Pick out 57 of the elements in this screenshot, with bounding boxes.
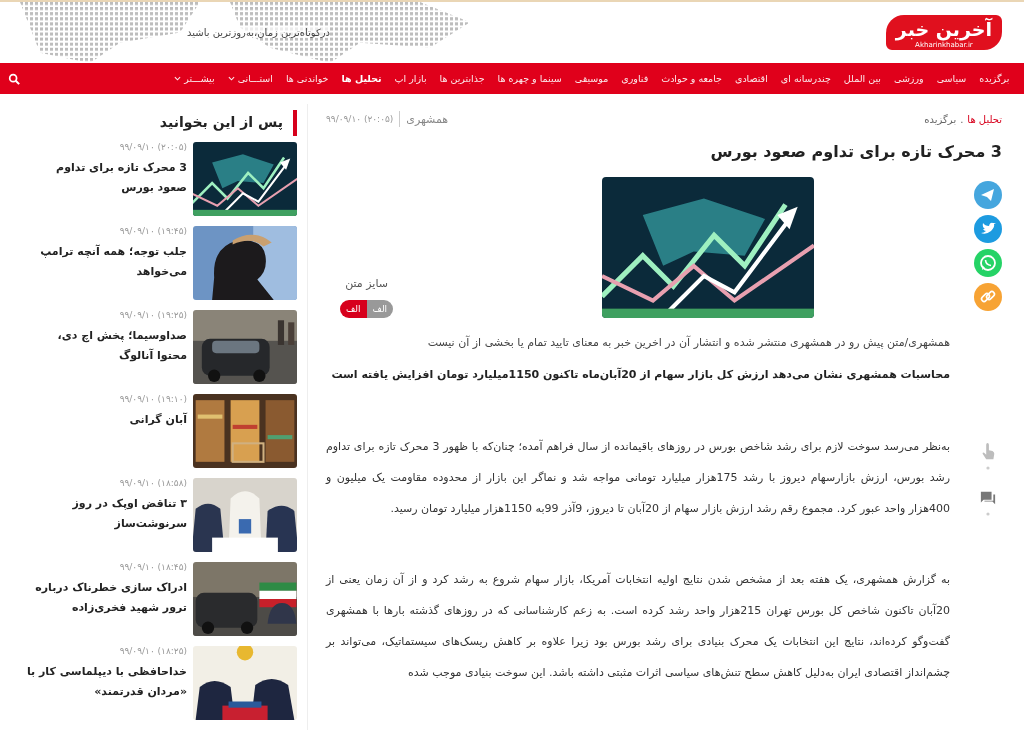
article-paragraph: به گزارش همشهری، یک هفته بعد از مشخص شدن نتایج اولیه انتخابات آمریکا، بازار سهام شروع به رشد کرد و از آن زمان یعنی از 20آبان تاکنون شاخص کل بورس تهران 215هزار واحد رشد کرده است. به زعم کارشناسانی که در روزهای گذشته بارها با همشهری گفت‌وگو کرده‌اند، نتایج این انتخابات یک محرک بنیادی برای رشد بورس بود زیرا علاوه بر کاهش ریسک‌های سیستماتیک، می‌تواند بر چشم‌انداز اقتصادی ایران به‌دلیل کاهش سطح تنش‌های سیاسی اثرات مثبتی داشته باشد. این سوخت بنیادی موجب شده [326,571,950,681]
nav-link[interactable]: بین الملل [837,73,888,84]
nav-link[interactable]: خواندنی ها [279,73,335,84]
nav-link[interactable]: ورزشی [887,73,931,84]
hand-pointer-icon[interactable] [980,443,996,461]
article-title: 3 محرک تازه برای تداوم صعود بورس [709,142,1002,161]
news-date: (۱۸:۵۸) ۹۹/۰۹/۱۰ [118,478,187,488]
font-size-button[interactable]: الف [366,300,394,318]
news-date: (۱۹:۴۵) ۹۹/۰۹/۱۰ [118,226,187,236]
article-summary: محاسبات همشهری نشان می‌دهد ارزش کل بازار سهام از 20آبان‌ماه تاکنون 1150میلیارد تومان افزایش یافته است [330,368,950,381]
news-date: (۱۸:۴۵) ۹۹/۰۹/۱۰ [118,562,187,572]
phone-bubble-icon[interactable] [974,249,1002,277]
news-date: (۱۹:۱۰) ۹۹/۰۹/۱۰ [119,394,187,404]
news-link[interactable]: 3 محرک تازه برای تداوم صعود بورس [26,158,187,198]
breadcrumb-link[interactable]: تحلیل ها [967,113,1002,125]
text-size-label: سایز متن [345,277,388,290]
sidebar-heading: پس از این بخوانید [23,110,297,136]
nav-link[interactable]: فناوری [614,73,655,84]
nav-link[interactable]: جامعه و حوادث [654,73,729,84]
nav-link[interactable]: بازار اپ [388,73,434,84]
breadcrumb-link[interactable]: برگزیده [924,113,957,125]
news-date: (۲۰:۰۵) ۹۹/۰۹/۱۰ [118,142,187,152]
search-icon[interactable] [8,72,20,85]
nav-link[interactable]: جذابترین ها [433,73,492,84]
nav-link[interactable]: استـــانی [221,73,280,84]
news-link[interactable]: جلب توجه؛ همه آنچه ترامپ می‌خواهد [26,242,187,282]
news-link[interactable]: آبان گرانی [119,410,187,430]
caret-icon [227,76,235,81]
chat-bubble-icon[interactable] [980,489,996,507]
news-link[interactable]: خداحافظی با دیپلماسی کار با «مردان قدرتمند» [26,662,187,702]
nav-link[interactable]: چندرسانه ای [774,73,838,84]
breadcrumb-separator: . [960,113,964,125]
news-date: (۱۸:۲۵) ۹۹/۰۹/۱۰ [118,646,187,656]
nav-link[interactable]: سینما و چهره ها [491,73,569,84]
nav-link[interactable]: تحلیل ها [334,73,389,84]
link-icon[interactable] [974,283,1002,311]
font-size-button[interactable]: الف [340,300,367,318]
dot-icon [986,466,990,470]
nav-link[interactable]: بیشـــتر [167,73,222,84]
source-name: همشهری [406,112,449,126]
article-paragraph: به‌نظر می‌رسد سوخت لازم برای رشد شاخص بورس در روزهای باقیمانده از سال فراهم آمده؛ چنان‌که با ظهور 3 محرک تازه برای تداوم رشد بورس، ارزش بازارسهام دیروز با رشد 175هزار میلیارد تومانی مواجه شد و نماگر این بازار از محدوده مقاومت یک میلیون و 400هزار واحد عبور کرد. مجموع رقم رشد ارزش بازار سهام از 20آبان تا دیروز، 9آذر 99به 1150هزار میلیارد تومان رسید. [326,438,950,517]
paper-plane-icon[interactable] [974,181,1002,209]
news-link[interactable]: ادراک سازی خطرناک درباره ترور شهید فخری‌زاده [26,578,187,618]
bird-icon[interactable] [974,215,1002,243]
news-date: (۱۹:۲۵) ۹۹/۰۹/۱۰ [118,310,187,320]
nav-link[interactable]: سیاسی [930,73,973,84]
publish-date: (۲۰:۰۵) ۹۹/۰۹/۱۰ [326,114,394,124]
nav-link[interactable]: برگزیده [972,73,1016,84]
caret-icon [174,76,182,81]
dot-icon [986,512,990,516]
tagline: درکوتاه‌ترین زمان،به‌روزترین باشید [187,27,330,38]
news-link[interactable]: صداوسیما؛ پخش اچ دی، محتوا آنالوگ [26,326,187,366]
nav-link[interactable]: اقتصادی [728,73,775,84]
disclaimer-text: همشهری/متن پیش رو در همشهری منتشر شده و انتشار آن در اخرین خبر به معنای تایید تمام یا بخشی از آن نیست [426,334,950,351]
logo-title: آخرین خبر [895,17,992,41]
nav-link[interactable]: موسیقی [568,73,615,84]
news-link[interactable]: ۳ تناقض اوپک در روز سرنوشت‌ساز [26,494,187,534]
